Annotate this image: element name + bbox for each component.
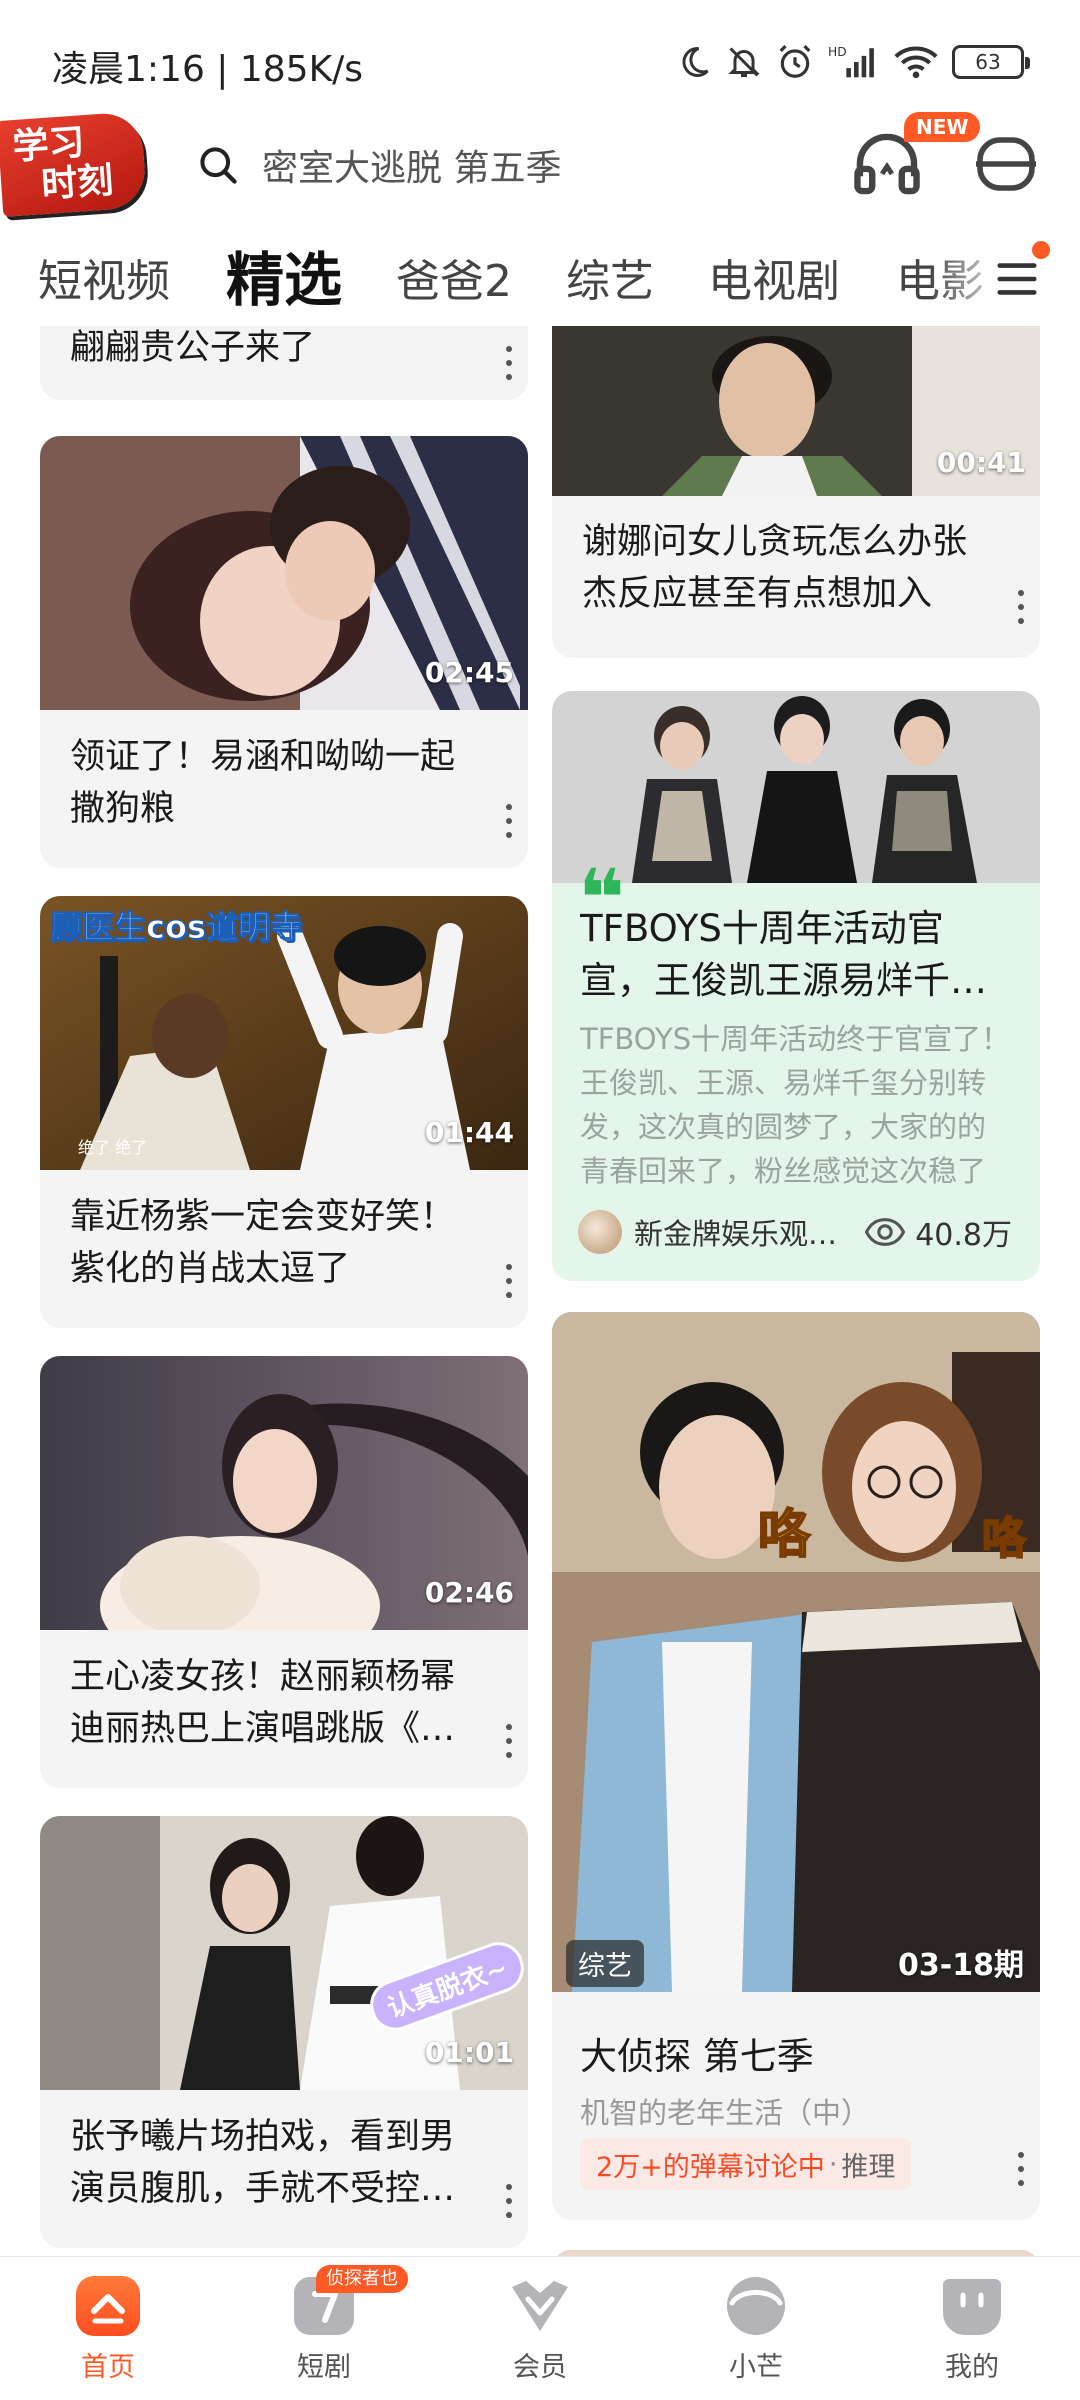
top-header: 学习 时刻 密室大逃脱 第五季 NEW xyxy=(0,110,1080,222)
tab-variety[interactable]: 综艺 xyxy=(566,245,654,309)
quote-icon: ❝ xyxy=(578,859,625,909)
video-duration: 02:46 xyxy=(424,1576,514,1609)
membership-icon xyxy=(507,2275,573,2337)
status-time: 凌晨1:16 | 185K/s xyxy=(52,49,364,90)
article-meta: 新金牌娱乐观察员 40.8万 xyxy=(578,1207,1012,1257)
more-options-icon[interactable] xyxy=(504,804,514,838)
article-card[interactable]: ❝ TFBOYS十周年活动官宣，王俊凯王源易烊千玺分别转发 TFBOYS十周年活… xyxy=(552,691,1040,1281)
video-title: 王心凌女孩！赵丽颖杨幂迪丽热巴上演唱跳版《爱你》 xyxy=(70,1657,456,1749)
app-logo[interactable]: 学习 时刻 xyxy=(0,111,148,217)
nav-badge: 侦探者也 xyxy=(316,2265,408,2293)
nav-profile[interactable]: 我的 xyxy=(902,2275,1042,2395)
tab-dad2[interactable]: 爸爸2 xyxy=(396,245,512,309)
video-duration: 02:45 xyxy=(424,656,514,689)
eye-icon xyxy=(865,1218,906,1246)
video-title: 张予曦片场拍戏，看到男演员腹肌，手就不受控制了 xyxy=(70,2117,456,2209)
moon-icon xyxy=(682,46,709,77)
video-card[interactable]: 02:46 王心凌女孩！赵丽颖杨幂迪丽热巴上演唱跳版《爱你》 xyxy=(40,1356,528,1788)
danmaku-badge: 2万+的弹幕讨论中 · 推理 xyxy=(580,2138,912,2190)
search-icon xyxy=(200,147,237,184)
show-poster xyxy=(552,1312,1040,1992)
more-options-icon[interactable] xyxy=(504,346,514,380)
poster-text: 咯 xyxy=(757,1504,811,1566)
show-subtitle: 机智的老年生活（中） xyxy=(580,2096,871,2130)
search-placeholder: 密室大逃脱 第五季 xyxy=(262,148,562,189)
more-options-icon[interactable] xyxy=(504,1724,514,1758)
svg-text:HD: HD xyxy=(828,45,847,59)
danmaku-separator: · xyxy=(828,2148,838,2180)
battery-level: 63 xyxy=(975,50,1001,74)
nav-xiaomang-label: 小芒 xyxy=(729,2352,783,2383)
notification-dot xyxy=(1032,241,1050,259)
poster-text: 咯 xyxy=(981,1512,1027,1565)
tab-tv-series[interactable]: 电视剧 xyxy=(708,245,840,309)
home-icon xyxy=(75,2275,141,2337)
nav-home-label: 首页 xyxy=(81,2352,135,2383)
channel-tabs: 短视频 精选 爸爸2 综艺 电视剧 电影 xyxy=(0,225,1080,325)
search-bar[interactable]: 密室大逃脱 第五季 xyxy=(196,130,796,200)
nav-membership-label: 会员 xyxy=(513,2352,567,2383)
danmaku-count: 2万+的弹幕讨论中 xyxy=(596,2151,825,2183)
author-avatar[interactable] xyxy=(578,1210,622,1254)
video-duration: 00:41 xyxy=(936,446,1026,479)
tab-short-video[interactable]: 短视频 xyxy=(38,245,170,309)
category-badge: 综艺 xyxy=(566,1940,644,1987)
article-image xyxy=(552,691,1040,883)
wifi-icon xyxy=(894,46,938,79)
thumbnail-caption: 顾医生cos道明寺 xyxy=(49,908,303,947)
article-title: TFBOYS十周年活动官宣，王俊凯王源易烊千玺分别转发 xyxy=(580,907,987,1002)
view-count-value: 40.8万 xyxy=(915,1218,1012,1253)
new-badge: NEW xyxy=(904,112,981,142)
nav-membership[interactable]: 会员 xyxy=(470,2275,610,2395)
status-icons: HD 63 xyxy=(676,38,1030,86)
video-card[interactable]: 02:45 领证了！易涵和呦呦一起撒狗粮 xyxy=(40,436,528,868)
logo-line1: 学习 xyxy=(11,122,86,169)
video-card[interactable]: 顾医生cos道明寺 绝了 绝了 01:44 靠近杨紫一定会变好笑！紫化的肖战太逗… xyxy=(40,896,528,1328)
nav-short-drama[interactable]: 短剧 xyxy=(254,2275,394,2395)
alarm-icon xyxy=(779,45,811,78)
nav-profile-label: 我的 xyxy=(945,2352,999,2383)
video-card[interactable]: 00:41 谢娜问女儿贪玩怎么办张杰反应甚至有点想加入 xyxy=(552,326,1040,658)
episode-label: 03-18期 xyxy=(898,1948,1024,1983)
author-name[interactable]: 新金牌娱乐观察员 xyxy=(634,1211,856,1253)
article-summary: TFBOYS十周年活动终于官宣了！王俊凯、王源、易烊千玺分别转发，这次真的圆梦了… xyxy=(580,1022,1011,1188)
battery-icon: 63 xyxy=(952,45,1030,79)
bottom-navigation: 首页 短剧 侦探者也 会员 小芒 我的 xyxy=(0,2256,1080,2400)
video-title: 靠近杨紫一定会变好笑！紫化的肖战太逗了 xyxy=(70,1197,456,1289)
video-duration: 01:44 xyxy=(424,1116,514,1149)
bell-muted-icon xyxy=(728,47,760,77)
nav-xiaomang[interactable]: 小芒 xyxy=(686,2275,826,2395)
more-options-icon[interactable] xyxy=(504,1264,514,1298)
content-feed: 翩翩贵公子来了 02:45 领证了！易涵和呦呦一起撒狗粮 顾医生cos道明寺 绝… xyxy=(0,326,1080,2256)
nav-short-drama-label: 短剧 xyxy=(297,2352,351,2383)
more-options-icon[interactable] xyxy=(504,2184,514,2218)
profile-icon xyxy=(939,2275,1005,2337)
xiaomang-icon xyxy=(723,2275,789,2337)
show-card[interactable]: 咯 咯 综艺 03-18期 大侦探 第七季 机智的老年生活（中） 2万+的弹幕讨… xyxy=(552,1312,1040,2220)
video-card[interactable]: 认真脱衣~ 01:01 张予曦片场拍戏，看到男演员腹肌，手就不受控制了 xyxy=(40,1816,528,2248)
status-bar: 凌晨1:16 | 185K/s HD 63 xyxy=(0,0,1080,120)
video-title: 翩翩贵公子来了 xyxy=(70,328,316,368)
video-duration: 01:01 xyxy=(424,2036,514,2069)
video-title: 谢娜问女儿贪玩怎么办张杰反应甚至有点想加入 xyxy=(582,522,968,614)
thumbnail-subcaption: 绝了 绝了 xyxy=(78,1138,148,1157)
video-title: 领证了！易涵和呦呦一起撒狗粮 xyxy=(70,737,456,829)
menu-icon[interactable] xyxy=(974,134,1038,194)
view-count: 40.8万 xyxy=(865,1210,1012,1254)
signal-icon: HD xyxy=(828,45,874,78)
more-options-icon[interactable] xyxy=(1016,590,1026,624)
show-title: 大侦探 第七季 xyxy=(580,2035,814,2078)
more-options-icon[interactable] xyxy=(1016,2152,1026,2186)
nav-home[interactable]: 首页 xyxy=(38,2275,178,2395)
tab-featured[interactable]: 精选 xyxy=(226,233,342,317)
video-card[interactable]: 翩翩贵公子来了 xyxy=(40,326,528,400)
channel-menu-icon[interactable] xyxy=(994,255,1040,303)
genre-tag: 推理 xyxy=(841,2151,896,2183)
